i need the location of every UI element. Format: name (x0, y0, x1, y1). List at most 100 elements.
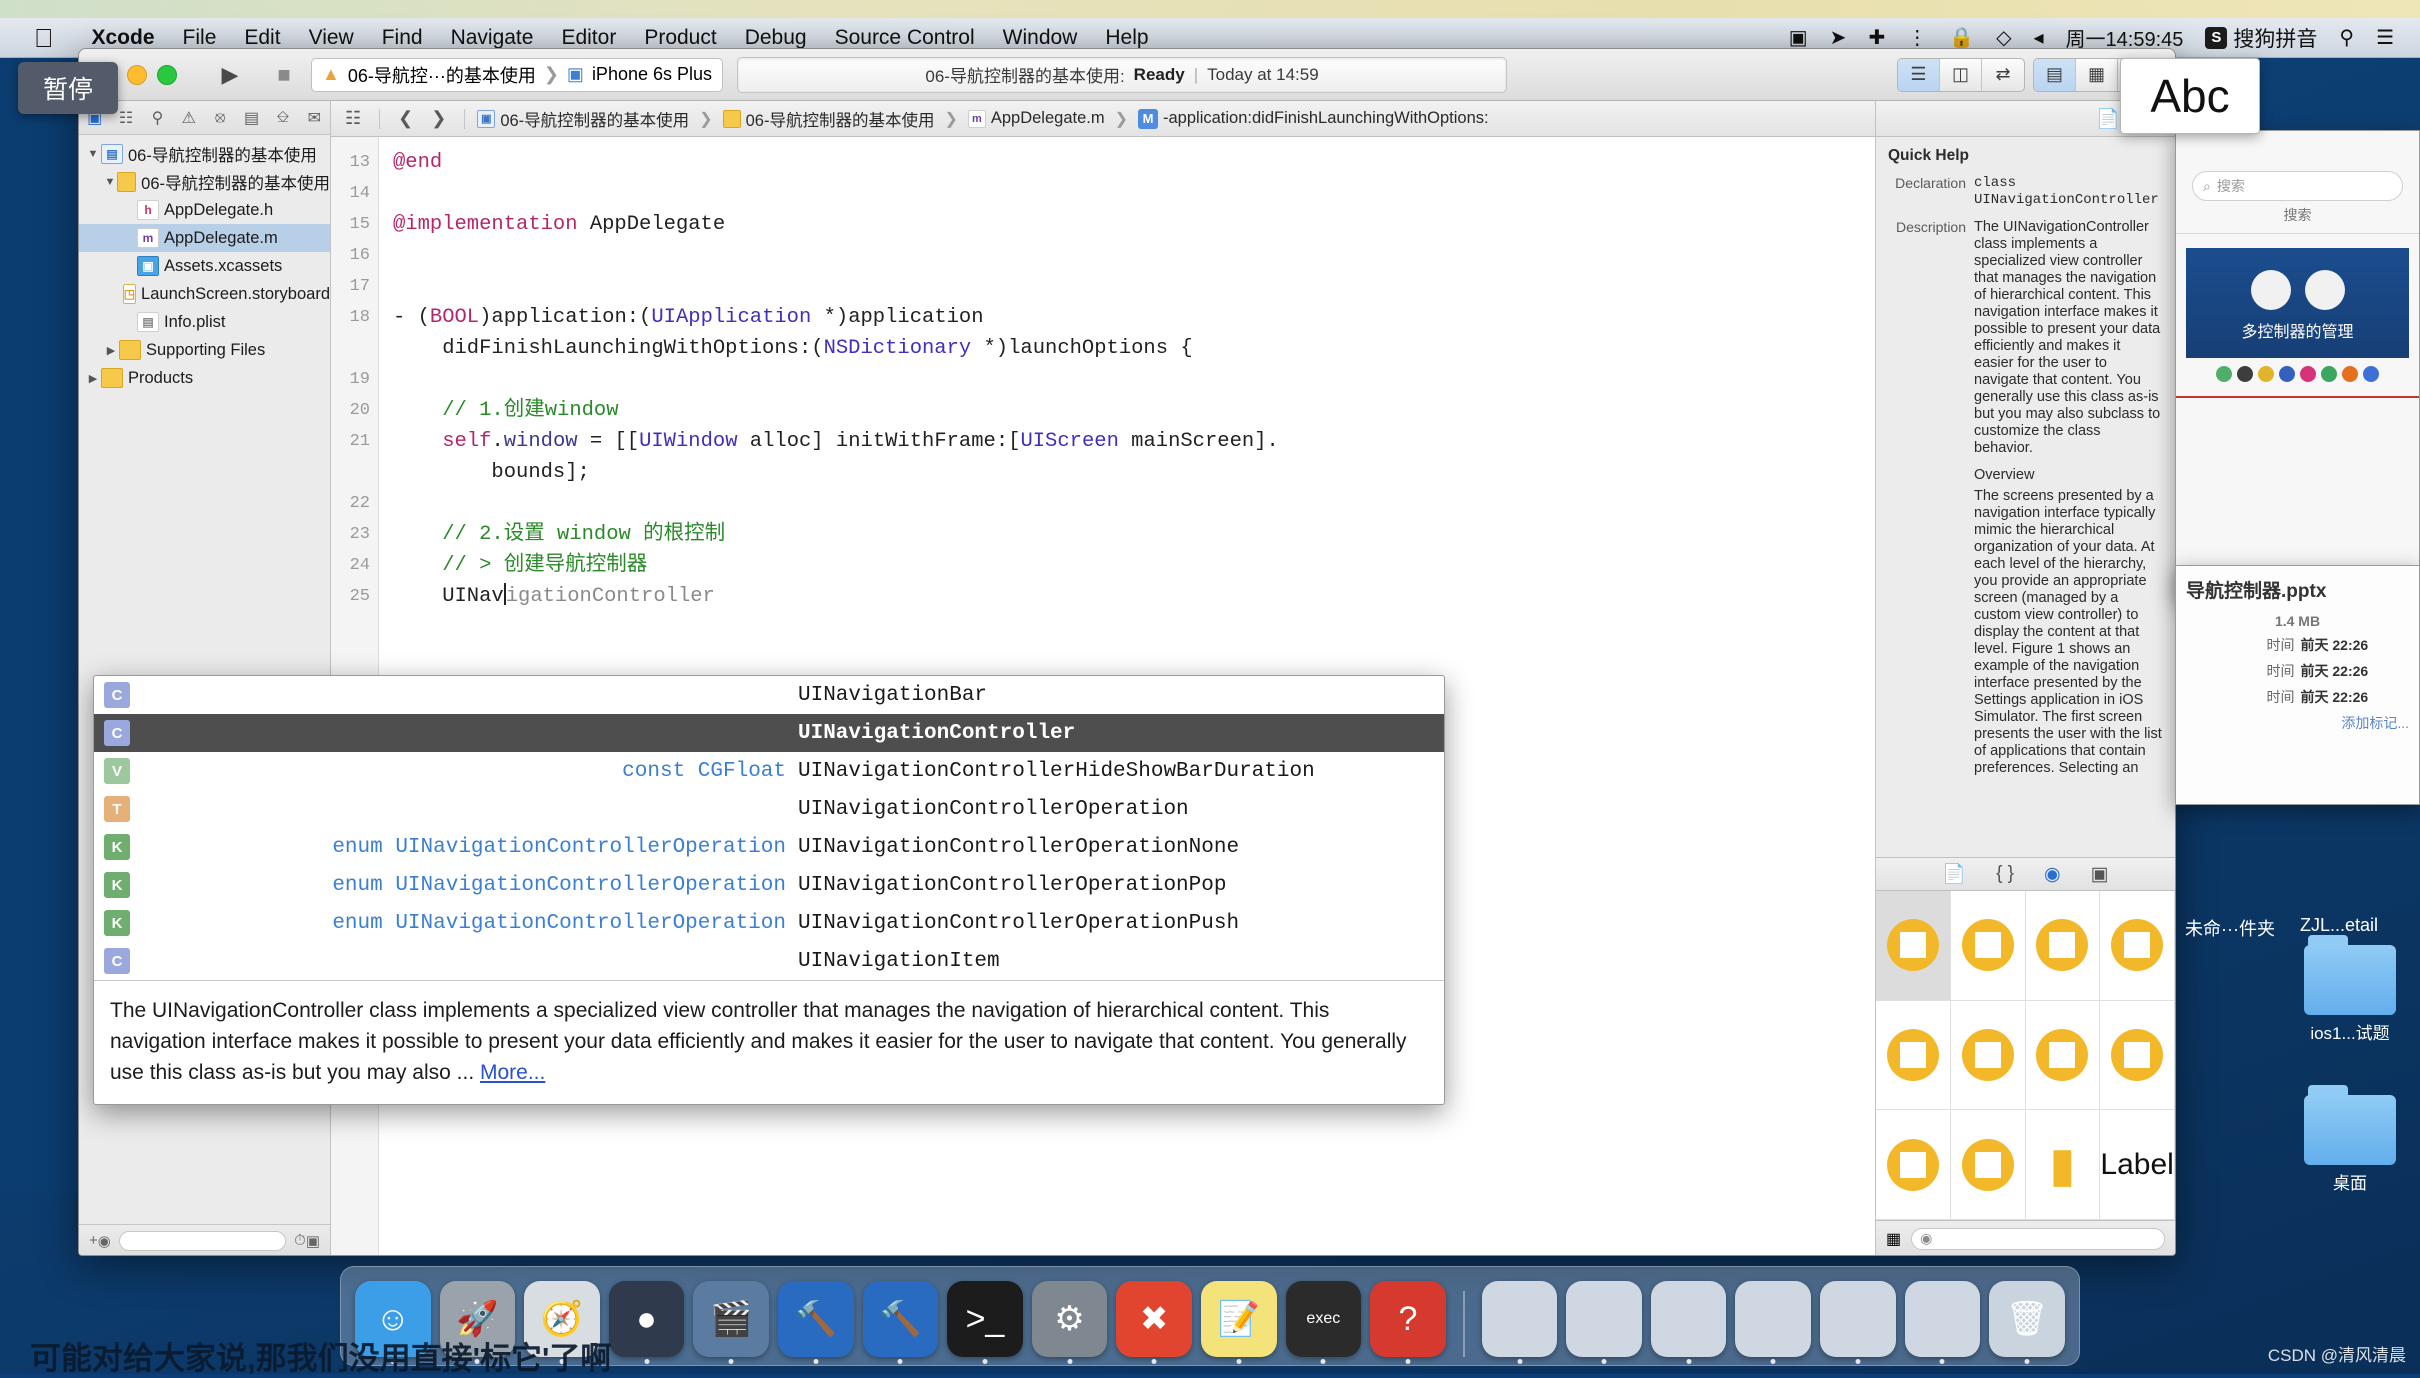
menu-item-editor[interactable]: Editor (547, 26, 630, 50)
shield-icon[interactable]: ◇ (1996, 25, 2011, 50)
disclosure-triangle[interactable]: ▶ (103, 344, 119, 357)
code-line[interactable]: @implementation AppDelegate (393, 209, 1875, 240)
editor-jump-bar[interactable]: ☷ ❮ ❯ ▣ 06-导航控制器的基本使用 ❯ 06-导航控制器的基本使用 ❯ … (331, 101, 1875, 137)
zoom-button[interactable] (157, 65, 177, 85)
library-cell[interactable] (1951, 891, 2026, 1001)
window3-icon[interactable] (1651, 1281, 1727, 1357)
exec-icon[interactable]: exec (1286, 1281, 1362, 1357)
library-cell[interactable]: ▮ (2026, 1110, 2101, 1220)
bluetooth-icon[interactable]: ✚ (1868, 25, 1885, 50)
recent-files-icon[interactable]: ⏱ (294, 1232, 306, 1249)
minimize-button[interactable] (127, 65, 147, 85)
completion-item[interactable]: CUINavigationItem (94, 942, 1444, 980)
library-cell[interactable] (1951, 1001, 2026, 1111)
completion-item[interactable]: Kenum UINavigationControllerOperationUIN… (94, 866, 1444, 904)
screen-record-icon[interactable]: ▣ (1789, 25, 1808, 50)
library-tab-bar[interactable]: 📄 { } ◉ ▣ (1876, 857, 2175, 891)
breadcrumb-method[interactable]: M -application:didFinishLaunchingWithOpt… (1138, 109, 1489, 129)
completion-item[interactable]: Kenum UINavigationControllerOperationUIN… (94, 904, 1444, 942)
version-editor-icon[interactable]: ⇄ (1982, 59, 2024, 91)
control-center-icon[interactable]: ☰ (2376, 25, 2394, 50)
completion-list[interactable]: CUINavigationBarCUINavigationControllerV… (94, 676, 1444, 980)
xcode-window[interactable]: ▶ ■ ▲ 06-导航控···的基本使用 ❯ ▣ iPhone 6s Plus … (78, 48, 2176, 1256)
quicktime-icon[interactable]: 🎬 (693, 1281, 769, 1357)
menu-item-find[interactable]: Find (368, 26, 437, 50)
menu-item-help[interactable]: Help (1091, 26, 1162, 50)
breadcrumb-project[interactable]: ▣ 06-导航控制器的基本使用 (477, 107, 689, 131)
disclosure-triangle[interactable]: ▼ (103, 176, 117, 188)
navigator-row[interactable]: ▼▤06-导航控制器的基本使用 (79, 140, 330, 168)
disclosure-triangle[interactable]: ▼ (85, 148, 101, 160)
menu-item-file[interactable]: File (169, 26, 231, 50)
code-line[interactable]: // 1.创建window (393, 395, 1875, 426)
assistant-editor-icon[interactable]: ◫ (1940, 59, 1982, 91)
menu-item-edit[interactable]: Edit (230, 26, 294, 50)
mouse-app-icon[interactable]: ● (609, 1281, 685, 1357)
navigator-row[interactable]: hAppDelegate.h (79, 196, 330, 224)
stop-button[interactable]: ■ (257, 58, 311, 92)
code-line[interactable]: self.window = [[UIWindow alloc] initWith… (393, 426, 1875, 457)
utilities-panel[interactable]: 📄 ⓘ Quick Help Declaration class UINavig… (1875, 101, 2175, 1256)
navigator-row[interactable]: ▶ Supporting Files (79, 336, 330, 364)
code-line[interactable]: UINavigationController (393, 581, 1875, 612)
code-line[interactable] (393, 488, 1875, 519)
trash-icon[interactable]: 🗑 (1989, 1281, 2065, 1357)
location-icon[interactable]: ➤ (1830, 25, 1847, 50)
window4-icon[interactable] (1735, 1281, 1811, 1357)
library-cell[interactable] (1876, 1001, 1951, 1111)
debug-toggle-icon[interactable]: ▦ (2076, 59, 2118, 91)
code-line[interactable] (393, 364, 1875, 395)
media-library-icon[interactable]: ▣ (2091, 863, 2109, 886)
window1-icon[interactable] (1482, 1281, 1558, 1357)
editor-mode-segmented[interactable]: ☰ ◫ ⇄ (1897, 58, 2025, 92)
related-files-icon[interactable]: ☷ (339, 108, 367, 129)
run-button[interactable]: ▶ (203, 58, 257, 92)
completion-item[interactable]: TUINavigationControllerOperation (94, 790, 1444, 828)
menu-item-view[interactable]: View (295, 26, 368, 50)
navigator-row[interactable]: ▤Info.plist (79, 308, 330, 336)
code-line[interactable]: bounds]; (393, 457, 1875, 488)
breadcrumb-file[interactable]: m AppDelegate.m (968, 109, 1105, 128)
menu-item-source-control[interactable]: Source Control (821, 26, 989, 50)
library-cell[interactable]: Label (2100, 1110, 2175, 1220)
code-line[interactable]: // 2.设置 window 的根控制 (393, 519, 1875, 550)
help-icon[interactable]: ? (1370, 1281, 1446, 1357)
menu-item-navigate[interactable]: Navigate (437, 26, 548, 50)
menu-item-product[interactable]: Product (630, 26, 730, 50)
completion-more-link[interactable]: More... (480, 1061, 545, 1084)
completion-item[interactable]: CUINavigationBar (94, 676, 1444, 714)
standard-editor-icon[interactable]: ☰ (1898, 59, 1940, 91)
breakpoint-navigator-icon[interactable]: ⎒ (267, 109, 298, 127)
code-line[interactable]: didFinishLaunchingWithOptions:(NSDiction… (393, 333, 1875, 364)
window6-icon[interactable] (1905, 1281, 1981, 1357)
volume-icon[interactable]: ◂ (2034, 25, 2044, 50)
xcode2-icon[interactable]: 🔨 (863, 1281, 939, 1357)
menu-item-xcode[interactable]: Xcode (78, 26, 169, 50)
finder-add-tag-link[interactable]: 添加标记... (2186, 713, 2409, 733)
code-completion-popup[interactable]: CUINavigationBarCUINavigationControllerV… (93, 675, 1445, 1105)
notes-icon[interactable]: 📝 (1201, 1281, 1277, 1357)
apple-icon[interactable]:  (34, 25, 54, 51)
object-library-icon[interactable]: ◉ (2044, 863, 2061, 886)
lock-icon[interactable]: 🔒 (1949, 25, 1974, 50)
navigator-row[interactable]: ▶ Products (79, 364, 330, 392)
code-line[interactable]: // > 创建导航控制器 (393, 550, 1875, 581)
file-inspector-icon[interactable]: 📄 (2096, 107, 2120, 131)
finder-info-window[interactable]: 导航控制器.pptx 1.4 MB 时间 前天 22:26 时间 前天 22:2… (2175, 565, 2420, 805)
navigator-row[interactable]: ▼ 06-导航控制器的基本使用 (79, 168, 330, 196)
chevron-left-icon[interactable]: ❮ (392, 108, 419, 129)
settings-icon[interactable]: ⚙ (1032, 1281, 1108, 1357)
library-cell[interactable] (1876, 1110, 1951, 1220)
code-line[interactable]: - (BOOL)application:(UIApplication *)app… (393, 302, 1875, 333)
xmind-icon[interactable]: ✖ (1116, 1281, 1192, 1357)
object-library-grid[interactable]: ▮Label (1876, 891, 2175, 1220)
chevron-right-icon[interactable]: ❯ (425, 108, 452, 129)
navigator-filter-input[interactable] (119, 1231, 286, 1251)
code-line[interactable] (393, 240, 1875, 271)
completion-item[interactable]: CUINavigationController (94, 714, 1444, 752)
navigator-row[interactable]: ▣Assets.xcassets (79, 252, 330, 280)
menu-item-debug[interactable]: Debug (731, 26, 821, 50)
vpn-icon[interactable]: ⋮ (1907, 25, 1927, 50)
find-navigator-icon[interactable]: ⚲ (142, 108, 173, 128)
keynote-preview-window[interactable]: ⌕ 搜索 搜索 多控制器的管理 (2175, 130, 2420, 600)
